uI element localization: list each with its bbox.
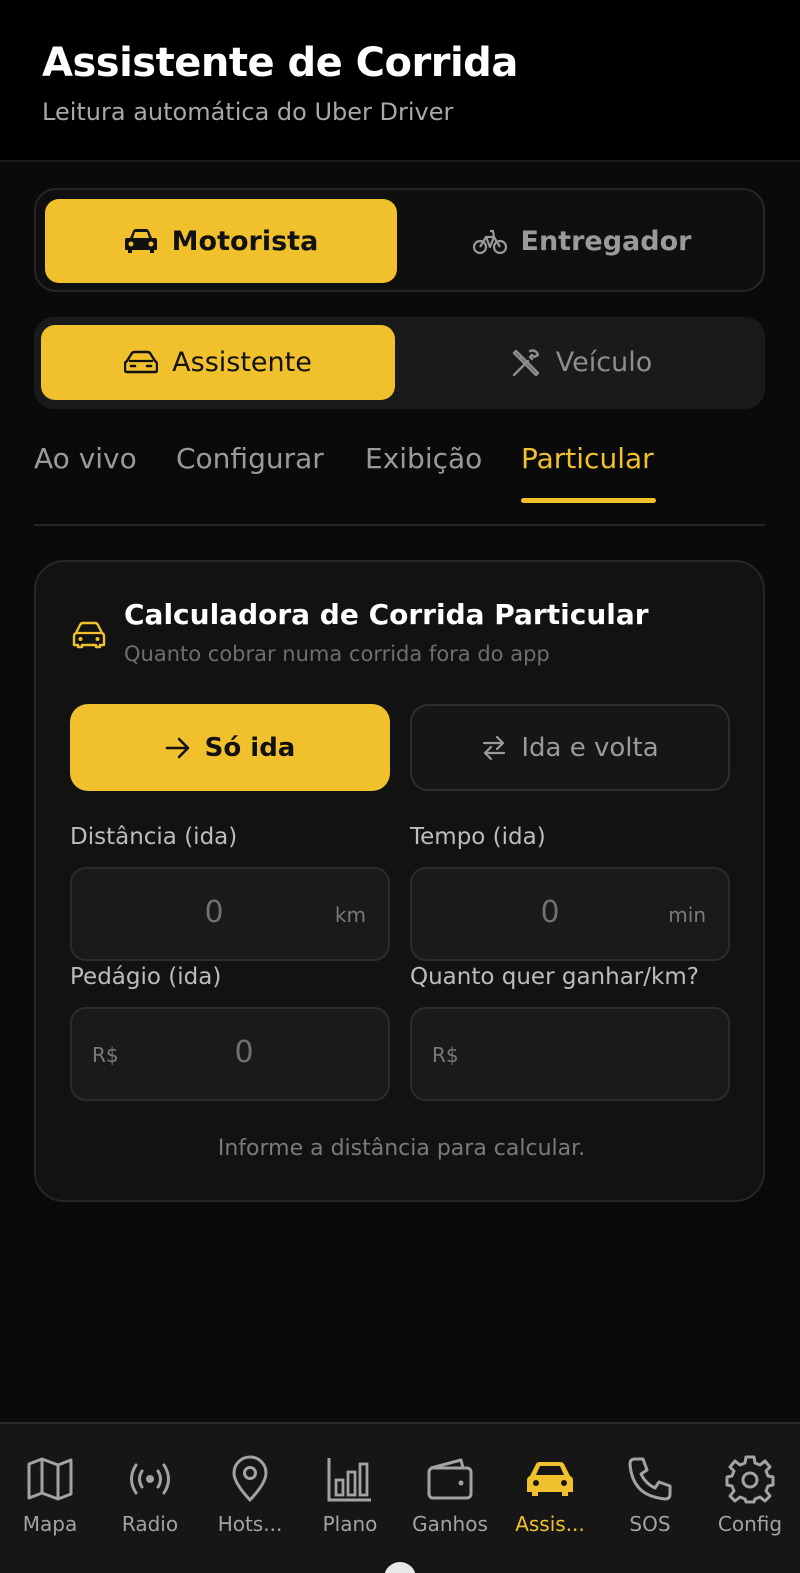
car-outline-icon: [124, 350, 159, 373]
time-label: Tempo (ida): [410, 824, 546, 850]
nav-item-config[interactable]: Config: [700, 1454, 800, 1544]
tab-configurar[interactable]: Configurar: [176, 442, 324, 475]
role-option-label: Motorista: [171, 225, 319, 257]
distance-input[interactable]: 0 km: [70, 867, 390, 961]
calculator-subtitle: Quanto cobrar numa corrida fora do app: [124, 642, 550, 666]
calculator-card: Calculadora de Corrida Particular Quanto…: [34, 560, 765, 1202]
page-title: Assistente de Corrida: [42, 40, 518, 86]
nav-item-hotspots[interactable]: Hots...: [200, 1454, 300, 1544]
mode-option-label: Assistente: [172, 347, 312, 378]
nav-item-ganhos[interactable]: Ganhos: [400, 1454, 500, 1544]
role-option-motorista[interactable]: Motorista: [45, 199, 397, 283]
trip-option-label: Só ida: [204, 732, 296, 763]
arrow-right-icon: [165, 737, 189, 758]
wallet-icon: [427, 1458, 473, 1500]
role-toggle: Motorista Entregador: [34, 188, 765, 292]
car-outline-icon: [72, 621, 106, 649]
nav-item-radio[interactable]: Radio: [100, 1454, 200, 1544]
bottom-navigation: Mapa Radio Hots... Plano Ganhos Assis...…: [0, 1422, 800, 1573]
earn-per-km-label: Quanto quer ganhar/km?: [410, 964, 699, 990]
nav-item-sos[interactable]: SOS: [600, 1454, 700, 1544]
radio-icon: [130, 1463, 170, 1495]
nav-item-assistente[interactable]: Assis...: [500, 1454, 600, 1544]
toll-label: Pedágio (ida): [70, 964, 222, 990]
time-placeholder: 0: [540, 895, 560, 930]
location-pin-icon: [232, 1455, 268, 1502]
swap-arrows-icon: [483, 735, 506, 760]
nav-label: Assis...: [515, 1512, 585, 1536]
distance-unit: km: [334, 903, 366, 927]
gear-icon: [725, 1455, 775, 1504]
nav-label: Radio: [121, 1512, 179, 1536]
trip-one-way-button[interactable]: Só ida: [70, 704, 390, 791]
nav-label: Mapa: [22, 1512, 78, 1536]
calculator-hint: Informe a distância para calcular.: [217, 1136, 586, 1161]
nav-item-plano[interactable]: Plano: [300, 1454, 400, 1544]
trip-round-trip-button[interactable]: Ida e volta: [410, 704, 730, 791]
nav-label: Ganhos: [412, 1512, 488, 1536]
toll-placeholder: 0: [234, 1035, 254, 1070]
car-icon: [124, 229, 157, 253]
trip-option-label: Ida e volta: [521, 732, 659, 763]
app-header: Assistente de Corrida Leitura automática…: [0, 0, 800, 162]
tools-icon: [512, 348, 539, 376]
tab-exibicao[interactable]: Exibição: [365, 442, 482, 475]
car-icon: [527, 1462, 573, 1496]
mode-option-assistente[interactable]: Assistente: [41, 325, 395, 400]
phone-icon: [628, 1457, 672, 1501]
mode-option-label: Veículo: [555, 347, 653, 378]
role-option-label: Entregador: [520, 225, 692, 257]
tab-bar: Ao vivo Configurar Exibição Particular: [34, 440, 765, 526]
distance-placeholder: 0: [204, 895, 224, 930]
tab-particular[interactable]: Particular: [521, 442, 654, 475]
mode-option-veiculo[interactable]: Veículo: [404, 325, 758, 400]
nav-label: Hots...: [217, 1512, 283, 1536]
bicycle-icon: [472, 229, 507, 255]
role-option-entregador[interactable]: Entregador: [406, 199, 758, 283]
nav-label: Config: [717, 1512, 783, 1536]
time-input[interactable]: 0 min: [410, 867, 730, 961]
bar-chart-icon: [327, 1458, 371, 1502]
mode-toggle: Assistente Veículo: [34, 317, 765, 409]
toll-currency-prefix: R$: [92, 1043, 119, 1067]
tab-ao-vivo[interactable]: Ao vivo: [34, 442, 137, 475]
calculator-title: Calculadora de Corrida Particular: [124, 598, 649, 631]
toll-input[interactable]: R$ 0: [70, 1007, 390, 1101]
nav-item-mapa[interactable]: Mapa: [0, 1454, 100, 1544]
page-subtitle: Leitura automática do Uber Driver: [42, 98, 454, 126]
earn-per-km-input[interactable]: R$: [410, 1007, 730, 1101]
distance-label: Distância (ida): [70, 824, 238, 850]
map-icon: [27, 1457, 73, 1501]
time-unit: min: [668, 903, 706, 927]
nav-label: SOS: [629, 1512, 671, 1536]
earn-currency-prefix: R$: [432, 1043, 459, 1067]
nav-label: Plano: [322, 1512, 378, 1536]
active-tab-indicator: [521, 498, 656, 503]
